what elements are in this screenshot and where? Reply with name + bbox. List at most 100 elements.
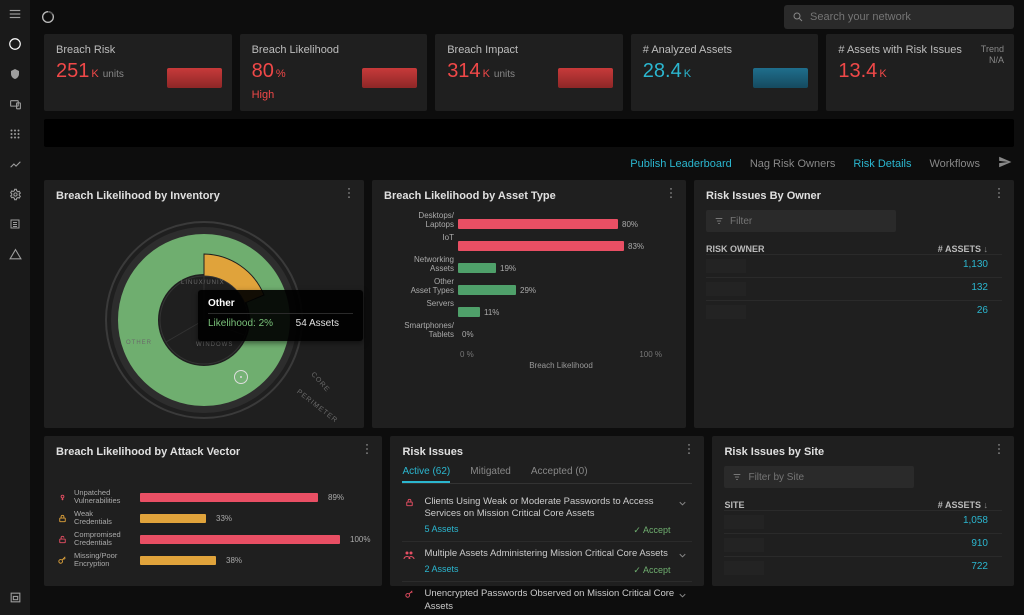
panel-title: Breach Likelihood by Attack Vector xyxy=(56,446,370,458)
bar-label: Desktops/Laptops xyxy=(384,212,454,230)
more-icon[interactable] xyxy=(682,442,696,456)
bar[interactable] xyxy=(458,263,496,273)
more-icon[interactable] xyxy=(992,186,1006,200)
menu-icon[interactable] xyxy=(7,6,23,22)
tooltip-likelihood: Likelihood: 2% xyxy=(208,318,273,329)
issue-asset-count[interactable]: 2 Assets xyxy=(424,564,458,576)
table-row[interactable]: 910 xyxy=(724,533,1002,556)
cursor-icon xyxy=(234,370,248,384)
search-input[interactable] xyxy=(784,5,1014,29)
kpi-breach-risk[interactable]: Breach Risk 251Kunits xyxy=(44,34,232,111)
chevron-down-icon[interactable] xyxy=(677,590,688,601)
kpi-analyzed-assets[interactable]: # Analyzed Assets 28.4K xyxy=(631,34,819,111)
col-assets[interactable]: # ASSETS xyxy=(938,244,988,254)
link-workflows[interactable]: Workflows xyxy=(929,158,980,170)
issue-row[interactable]: Multiple Assets Administering Mission Cr… xyxy=(402,542,692,582)
issue-row[interactable]: Clients Using Weak or Moderate Passwords… xyxy=(402,490,692,542)
kpi-title: # Analyzed Assets xyxy=(643,44,807,56)
alert-icon[interactable] xyxy=(7,246,23,262)
bar[interactable] xyxy=(140,493,318,502)
kpi-risk-issue-assets[interactable]: # Assets with Risk Issues 13.4K TrendN/A xyxy=(826,34,1014,111)
brand-logo-icon xyxy=(40,9,56,25)
panel-title: Risk Issues By Owner xyxy=(706,190,1002,202)
filter-field[interactable] xyxy=(730,216,888,227)
more-icon[interactable] xyxy=(1018,123,1024,137)
link-publish-leaderboard[interactable]: Publish Leaderboard xyxy=(630,158,732,170)
search-icon xyxy=(792,11,804,23)
shield-icon[interactable] xyxy=(7,66,23,82)
bar-label: Smartphones/Tablets xyxy=(384,322,454,340)
more-icon[interactable] xyxy=(342,186,356,200)
owner-cell xyxy=(706,259,746,273)
black-banner xyxy=(44,119,1014,147)
bar-value: 0% xyxy=(462,330,474,339)
kpi-value: 251 xyxy=(56,60,89,82)
label-other-slice: OTHER xyxy=(126,340,152,346)
bar[interactable] xyxy=(458,285,516,295)
users-icon xyxy=(402,548,416,575)
dashboard-icon[interactable] xyxy=(7,36,23,52)
assets-cell: 722 xyxy=(971,561,988,575)
more-icon[interactable] xyxy=(664,186,678,200)
filter-input[interactable] xyxy=(724,466,914,488)
assets-cell: 26 xyxy=(977,305,988,319)
tab-accepted[interactable]: Accepted (0) xyxy=(531,466,588,483)
col-risk-owner[interactable]: RISK OWNER xyxy=(706,244,765,254)
box-icon[interactable] xyxy=(7,589,23,605)
bar-value: 19% xyxy=(500,264,516,273)
bar[interactable] xyxy=(140,535,340,544)
bar-label: WeakCredentials xyxy=(74,510,134,526)
filter-field[interactable] xyxy=(748,472,906,483)
kpi-breach-impact[interactable]: Breach Impact 314Kunits xyxy=(435,34,623,111)
main-area: Breach Risk 251Kunits Breach Likelihood … xyxy=(30,0,1024,615)
donut-chart[interactable]: CORE PERIMETER OTHER WINDOWS LINUX/UNIX … xyxy=(56,210,352,430)
accept-button[interactable]: ✓ Accept xyxy=(633,565,670,576)
chevron-down-icon[interactable] xyxy=(677,550,688,561)
bar[interactable] xyxy=(140,556,216,565)
bar[interactable] xyxy=(458,307,480,317)
tab-active[interactable]: Active (62) xyxy=(402,466,450,483)
table-row[interactable]: 1,058 xyxy=(724,510,1002,533)
bar[interactable] xyxy=(458,241,624,251)
grid-icon[interactable] xyxy=(7,126,23,142)
kpi-breach-likelihood[interactable]: Breach Likelihood 80% High xyxy=(240,34,428,111)
issue-row[interactable]: Unencrypted Passwords Observed on Missio… xyxy=(402,582,692,615)
panel-breach-likelihood-inventory: Breach Likelihood by Inventory xyxy=(44,180,364,428)
panel-breach-likelihood-attack-vector: Breach Likelihood by Attack Vector Unpat… xyxy=(44,436,382,586)
filter-icon xyxy=(732,472,742,482)
list-icon[interactable] xyxy=(7,216,23,232)
filter-input[interactable] xyxy=(706,210,896,232)
search-field[interactable] xyxy=(810,11,1006,23)
more-icon[interactable] xyxy=(360,442,374,456)
issue-asset-count[interactable]: 5 Assets xyxy=(424,524,458,536)
send-icon[interactable] xyxy=(998,155,1012,172)
attack-icon xyxy=(56,491,68,503)
site-cell xyxy=(724,515,764,529)
col-assets[interactable]: # ASSETS xyxy=(938,500,988,510)
issue-text: Clients Using Weak or Moderate Passwords… xyxy=(424,496,692,521)
table-row[interactable]: 26 xyxy=(706,300,1002,323)
settings-icon[interactable] xyxy=(7,186,23,202)
table-row[interactable]: 1,130 xyxy=(706,254,1002,277)
label-core: CORE xyxy=(309,371,330,394)
attack-icon xyxy=(56,554,68,566)
table-row[interactable]: 722 xyxy=(724,556,1002,579)
kpi-value: 13.4 xyxy=(838,60,877,82)
table-row[interactable]: 132 xyxy=(706,277,1002,300)
bar[interactable] xyxy=(140,514,206,523)
bar[interactable] xyxy=(458,219,618,229)
devices-icon[interactable] xyxy=(7,96,23,112)
trend-icon[interactable] xyxy=(7,156,23,172)
link-risk-details[interactable]: Risk Details xyxy=(853,158,911,170)
col-site[interactable]: SITE xyxy=(724,500,744,510)
chevron-down-icon[interactable] xyxy=(677,498,688,509)
more-icon[interactable] xyxy=(992,442,1006,456)
tab-mitigated[interactable]: Mitigated xyxy=(470,466,511,483)
owner-cell xyxy=(706,282,746,296)
link-nag-risk-owners[interactable]: Nag Risk Owners xyxy=(750,158,836,170)
assets-cell: 1,058 xyxy=(963,515,988,529)
kpi-title: Breach Likelihood xyxy=(252,44,416,56)
accept-button[interactable]: ✓ Accept xyxy=(633,525,670,536)
left-nav-rail xyxy=(0,0,30,615)
bar-value: 29% xyxy=(520,286,536,295)
